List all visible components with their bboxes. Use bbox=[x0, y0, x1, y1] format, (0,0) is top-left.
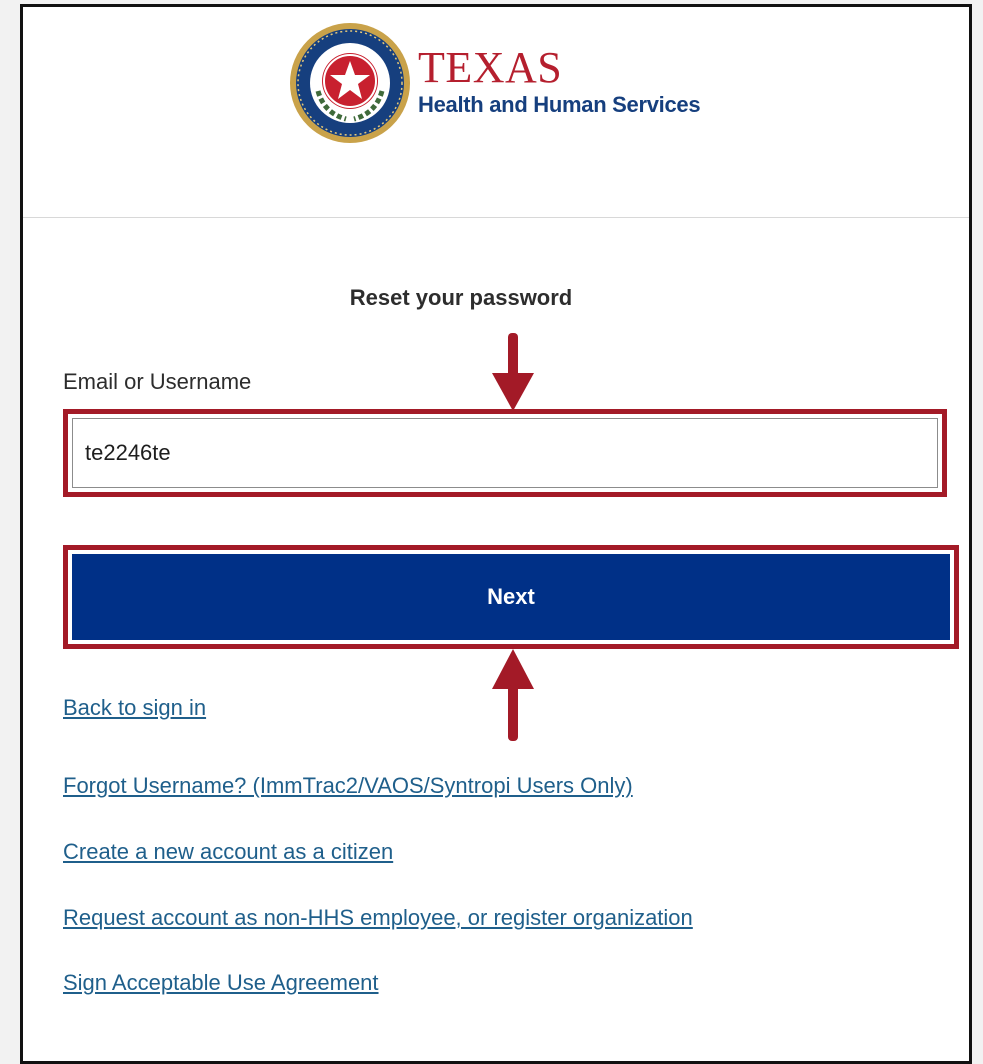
login-panel: TEXAS Health and Human Services Reset yo… bbox=[20, 4, 972, 1064]
request-account-link[interactable]: Request account as non-HHS employee, or … bbox=[63, 905, 693, 931]
page-header: TEXAS Health and Human Services bbox=[23, 7, 969, 218]
sign-agreement-link[interactable]: Sign Acceptable Use Agreement bbox=[63, 970, 379, 996]
next-button[interactable]: Next bbox=[72, 554, 950, 640]
forgot-username-link[interactable]: Forgot Username? (ImmTrac2/VAOS/Syntropi… bbox=[63, 773, 633, 799]
arrow-up-icon bbox=[492, 649, 534, 741]
page-title: Reset your password bbox=[349, 285, 573, 310]
brand-title: TEXAS bbox=[418, 43, 563, 92]
texas-seal-icon bbox=[288, 21, 412, 145]
username-highlight bbox=[63, 409, 947, 497]
back-to-sign-in-link[interactable]: Back to sign in bbox=[63, 695, 206, 721]
next-highlight: Next bbox=[63, 545, 959, 649]
username-label: Email or Username bbox=[63, 369, 252, 394]
arrow-down-icon bbox=[492, 333, 534, 411]
brand-subtitle: Health and Human Services bbox=[418, 92, 701, 117]
create-account-link[interactable]: Create a new account as a citizen bbox=[63, 839, 393, 865]
texas-hhs-logo: TEXAS Health and Human Services bbox=[288, 21, 701, 145]
username-input[interactable] bbox=[72, 418, 938, 488]
